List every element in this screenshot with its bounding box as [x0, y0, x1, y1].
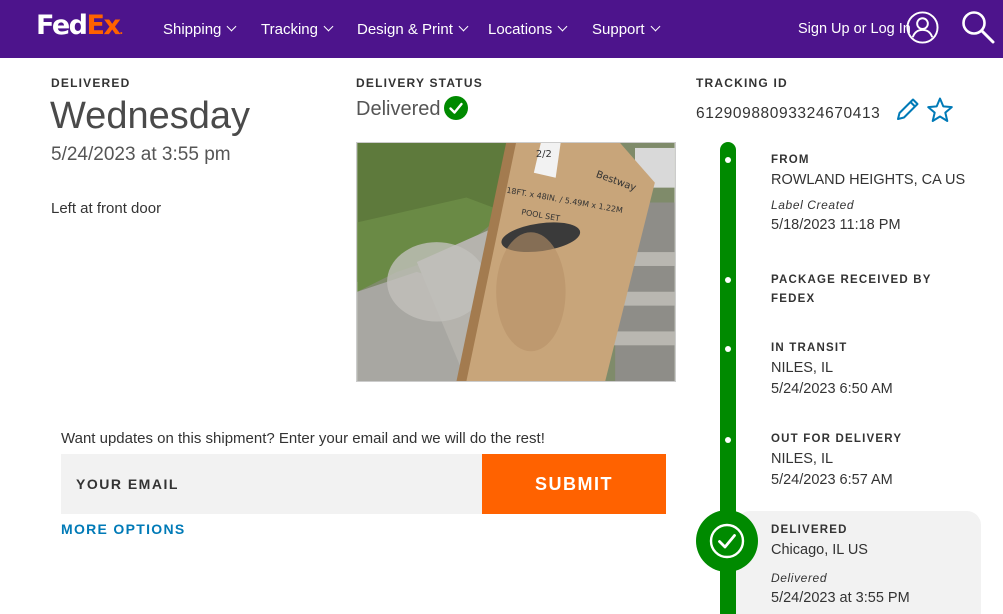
delivered-check-icon [696, 510, 758, 572]
step-title: FROM [771, 154, 810, 166]
nav-tracking[interactable]: Tracking [261, 0, 334, 58]
chevron-down-icon [226, 21, 237, 32]
step-title-line2: FEDEX [771, 293, 816, 305]
check-circle-icon [444, 96, 468, 120]
step-title: DELIVERED [771, 524, 848, 536]
step-location: ROWLAND HEIGHTS, CA US [771, 172, 966, 188]
delivery-day: Wednesday [50, 95, 250, 137]
nav-support-label: Support [592, 20, 645, 38]
step-subtitle: Label Created [771, 198, 855, 212]
timeline-dot [725, 346, 731, 352]
delivery-status-value: Delivered [356, 98, 441, 120]
top-navigation-bar: FedEx. Shipping Tracking Design & Print … [0, 0, 1003, 58]
delivery-status-label: DELIVERY STATUS [356, 76, 483, 90]
sign-up-login-link[interactable]: Sign Up or Log In [798, 0, 911, 58]
nav-shipping[interactable]: Shipping [163, 0, 237, 58]
pencil-icon[interactable] [895, 96, 921, 122]
delivered-label: DELIVERED [51, 76, 131, 90]
email-input[interactable] [61, 454, 482, 514]
nav-shipping-label: Shipping [163, 20, 222, 38]
step-datetime: 5/24/2023 6:50 AM [771, 381, 893, 397]
step-datetime: 5/24/2023 at 3:55 PM [771, 590, 910, 606]
nav-locations[interactable]: Locations [488, 0, 568, 58]
logo-ex-text: Ex [86, 10, 121, 41]
timeline-dot [725, 277, 731, 283]
step-datetime: 5/18/2023 11:18 PM [771, 217, 901, 233]
step-location: NILES, IL [771, 360, 834, 376]
timeline-step-delivered: DELIVERED Chicago, IL US Delivered 5/24/… [771, 521, 910, 609]
logo-fed-text: Fed [36, 10, 88, 41]
step-location: Chicago, IL US [771, 542, 868, 558]
logo-dot: . [119, 26, 124, 37]
delivery-note: Left at front door [51, 200, 162, 217]
more-options-link[interactable]: MORE OPTIONS [61, 521, 186, 537]
timeline-step-in-transit: IN TRANSIT NILES, IL 5/24/2023 6:50 AM [771, 339, 893, 400]
proof-of-delivery-photo[interactable]: 2/2 Bestway 18FT. x 48IN. / 5.49M x 1.22… [356, 142, 676, 382]
photo-box-count: 2/2 [536, 149, 552, 160]
step-title: OUT FOR DELIVERY [771, 433, 903, 445]
step-title: PACKAGE RECEIVED BY [771, 274, 932, 286]
tracking-id-label: TRACKING ID [696, 76, 788, 90]
user-account-icon[interactable] [906, 11, 939, 44]
nav-support[interactable]: Support [592, 0, 660, 58]
email-updates-prompt: Want updates on this shipment? Enter you… [61, 430, 545, 447]
delivery-datetime: 5/24/2023 at 3:55 pm [51, 144, 231, 165]
nav-tracking-label: Tracking [261, 20, 318, 38]
chevron-down-icon [323, 21, 334, 32]
chevron-down-icon [650, 21, 660, 32]
nav-locations-label: Locations [488, 20, 553, 38]
timeline-dot [725, 157, 731, 163]
timeline-dot [725, 437, 731, 443]
chevron-down-icon [557, 21, 568, 32]
timeline-step-from: FROM ROWLAND HEIGHTS, CA US Label Create… [771, 151, 965, 236]
search-icon[interactable] [961, 10, 995, 44]
step-datetime: 5/24/2023 6:57 AM [771, 472, 893, 488]
nav-design-print[interactable]: Design & Print [357, 0, 469, 58]
step-subtitle: Delivered [771, 571, 828, 585]
chevron-down-icon [458, 21, 469, 32]
fedex-logo[interactable]: FedEx. [36, 11, 123, 47]
submit-button[interactable]: SUBMIT [482, 454, 666, 514]
step-title: IN TRANSIT [771, 342, 848, 354]
step-location: NILES, IL [771, 451, 834, 467]
timeline-step-received: PACKAGE RECEIVED BY FEDEX [771, 271, 932, 309]
nav-design-print-label: Design & Print [357, 20, 453, 38]
star-icon[interactable] [926, 96, 954, 124]
tracking-number: 612909880933246704​13 [696, 105, 881, 122]
timeline-step-out-for-delivery: OUT FOR DELIVERY NILES, IL 5/24/2023 6:5… [771, 430, 902, 491]
